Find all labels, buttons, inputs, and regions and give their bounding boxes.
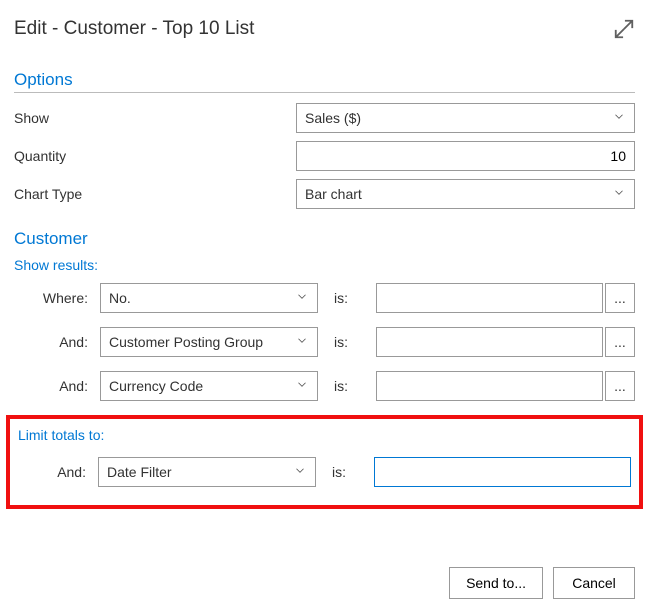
lookup-button[interactable]: ... bbox=[605, 283, 635, 313]
page-title: Edit - Customer - Top 10 List bbox=[14, 18, 254, 40]
lookup-button[interactable]: ... bbox=[605, 327, 635, 357]
chevron-down-icon bbox=[295, 378, 309, 395]
limit-totals-highlight: Limit totals to: And: Date Filter is: bbox=[6, 415, 643, 509]
limit-field-value: Date Filter bbox=[107, 464, 172, 480]
is-label: is: bbox=[334, 290, 376, 306]
filter-field-value: No. bbox=[109, 290, 131, 306]
show-label: Show bbox=[14, 110, 296, 126]
filter-value-input[interactable] bbox=[376, 283, 603, 313]
is-label: is: bbox=[334, 378, 376, 394]
quantity-input[interactable] bbox=[296, 141, 635, 171]
customer-heading: Customer bbox=[14, 229, 635, 249]
filter-value-input[interactable] bbox=[376, 327, 603, 357]
limit-totals-heading: Limit totals to: bbox=[18, 427, 633, 443]
filter-field-value: Currency Code bbox=[109, 378, 203, 394]
filter-field-select[interactable]: Currency Code bbox=[100, 371, 318, 401]
show-value: Sales ($) bbox=[305, 110, 361, 126]
send-to-button[interactable]: Send to... bbox=[449, 567, 543, 599]
and-label: And: bbox=[14, 378, 100, 394]
is-label: is: bbox=[332, 464, 374, 480]
and-label: And: bbox=[16, 464, 98, 480]
divider bbox=[14, 92, 635, 93]
show-results-label: Show results: bbox=[14, 257, 635, 273]
expand-icon[interactable] bbox=[613, 18, 635, 40]
chart-type-select[interactable]: Bar chart bbox=[296, 179, 635, 209]
limit-field-select[interactable]: Date Filter bbox=[98, 457, 316, 487]
chevron-down-icon bbox=[295, 290, 309, 307]
filter-field-select[interactable]: Customer Posting Group bbox=[100, 327, 318, 357]
chevron-down-icon bbox=[295, 334, 309, 351]
lookup-button[interactable]: ... bbox=[605, 371, 635, 401]
filter-value-input[interactable] bbox=[376, 371, 603, 401]
chevron-down-icon bbox=[612, 110, 626, 127]
cancel-button[interactable]: Cancel bbox=[553, 567, 635, 599]
chevron-down-icon bbox=[612, 186, 626, 203]
is-label: is: bbox=[334, 334, 376, 350]
and-label: And: bbox=[14, 334, 100, 350]
filter-field-value: Customer Posting Group bbox=[109, 334, 263, 350]
chevron-down-icon bbox=[293, 464, 307, 481]
quantity-label: Quantity bbox=[14, 148, 296, 164]
show-select[interactable]: Sales ($) bbox=[296, 103, 635, 133]
where-label: Where: bbox=[14, 290, 100, 306]
limit-value-input[interactable] bbox=[374, 457, 631, 487]
filter-field-select[interactable]: No. bbox=[100, 283, 318, 313]
chart-type-value: Bar chart bbox=[305, 186, 362, 202]
chart-type-label: Chart Type bbox=[14, 186, 296, 202]
options-heading: Options bbox=[14, 70, 635, 90]
